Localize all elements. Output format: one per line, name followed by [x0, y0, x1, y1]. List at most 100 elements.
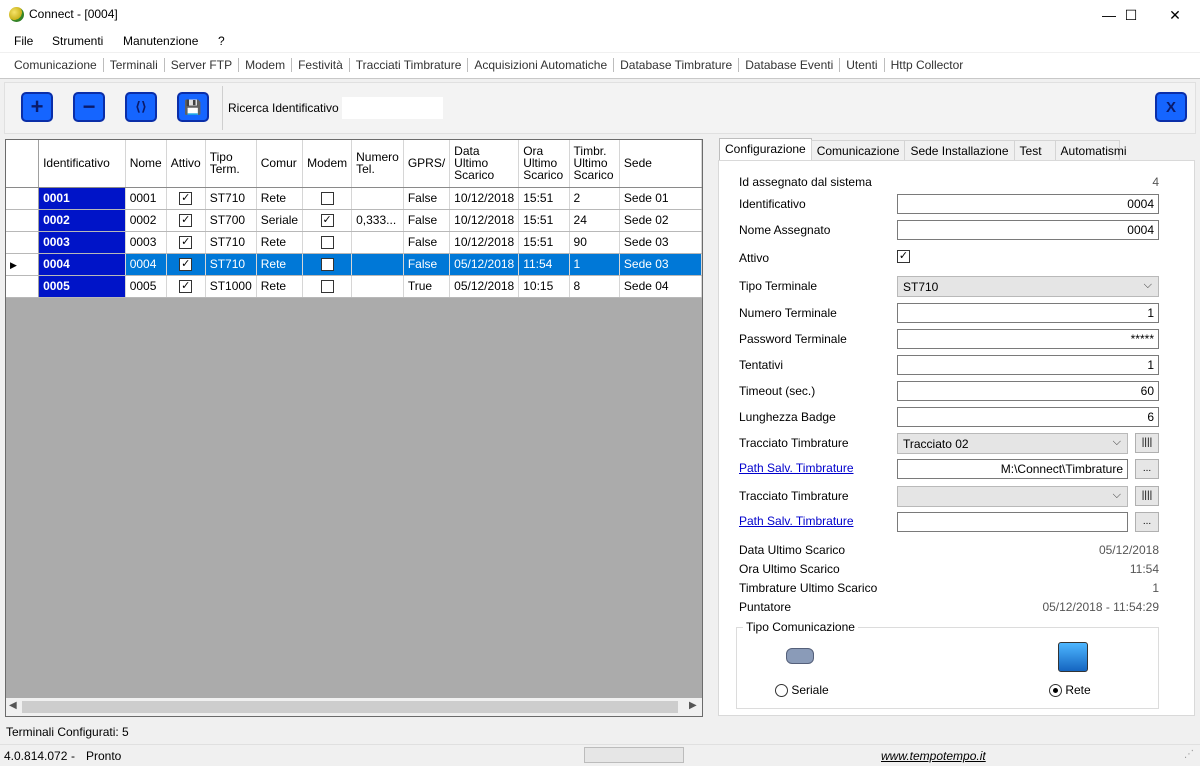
- add-button[interactable]: +: [21, 92, 53, 122]
- row-header[interactable]: [6, 187, 40, 210]
- cell-tipo[interactable]: ST710: [205, 253, 257, 276]
- cell-identificativo[interactable]: 0002: [38, 209, 126, 232]
- tracciato-2-settings-button[interactable]: ||||: [1135, 486, 1159, 506]
- cell-comun[interactable]: Rete: [256, 187, 304, 210]
- cell-data[interactable]: 10/12/2018: [449, 209, 520, 232]
- cell-sede[interactable]: Sede 03: [619, 253, 703, 276]
- cell-nome[interactable]: 0005: [125, 275, 167, 298]
- cell-gprs[interactable]: False: [403, 253, 451, 276]
- cell-gprs[interactable]: True: [403, 275, 451, 298]
- tracciato-settings-button[interactable]: ||||: [1135, 433, 1159, 453]
- scroll-right-icon[interactable]: ▶: [689, 700, 697, 711]
- col-tipo-term[interactable]: Tipo Term.: [205, 140, 257, 188]
- nav-terminali[interactable]: Terminali: [104, 58, 165, 72]
- path-salv-timbrature-field[interactable]: M:\Connect\Timbrature: [897, 459, 1128, 479]
- website-link[interactable]: www.tempotempo.it: [881, 749, 986, 763]
- nav-acquisizioni-automatiche[interactable]: Acquisizioni Automatiche: [468, 58, 615, 72]
- cell-timbr[interactable]: 90: [569, 231, 620, 254]
- cell-comun[interactable]: Seriale: [256, 209, 304, 232]
- col-identificativo[interactable]: Identificativo: [38, 140, 126, 188]
- col-nome[interactable]: Nome: [125, 140, 167, 188]
- cell-tel[interactable]: [351, 275, 404, 298]
- attivo-checkbox[interactable]: ✓: [897, 250, 910, 263]
- tab-comunicazione[interactable]: Comunicazione: [810, 140, 906, 160]
- nav-server-ftp[interactable]: Server FTP: [165, 58, 240, 72]
- scrollbar-thumb[interactable]: [22, 701, 678, 713]
- cell-identificativo[interactable]: 0003: [38, 231, 126, 254]
- cell-attivo[interactable]: ✓: [166, 209, 206, 232]
- cell-timbr[interactable]: 24: [569, 209, 620, 232]
- cell-modem[interactable]: ✓: [302, 209, 353, 232]
- cell-sede[interactable]: Sede 02: [619, 209, 703, 232]
- cell-timbr[interactable]: 1: [569, 253, 620, 276]
- cell-modem[interactable]: [302, 231, 353, 254]
- table-row[interactable]: ▶ 0004 0004 ✓ ST710 Rete False 05/12/2018 11:54 1…: [6, 253, 703, 276]
- modem-checkbox[interactable]: [320, 192, 334, 206]
- cell-identificativo[interactable]: 0001: [38, 187, 126, 210]
- row-header[interactable]: [6, 231, 40, 254]
- col-comun[interactable]: Comur: [256, 140, 304, 188]
- cell-attivo[interactable]: ✓: [166, 253, 206, 276]
- path-salv-timbrature-link[interactable]: Path Salv. Timbrature: [739, 461, 854, 475]
- table-row[interactable]: 0005 0005 ✓ ST1000 Rete True 05/12/2018 10:15 8 S…: [6, 275, 703, 298]
- table-row[interactable]: 0003 0003 ✓ ST710 Rete False 10/12/2018 15:51 90…: [6, 231, 703, 254]
- numero-terminale-field[interactable]: 1: [897, 303, 1159, 323]
- nav-tracciati-timbrature[interactable]: Tracciati Timbrature: [350, 58, 469, 72]
- cell-attivo[interactable]: ✓: [166, 231, 206, 254]
- cell-tipo[interactable]: ST710: [205, 231, 257, 254]
- col-sede[interactable]: Sede: [619, 140, 703, 188]
- cell-comun[interactable]: Rete: [256, 253, 304, 276]
- browse-path-button[interactable]: ...: [1135, 459, 1159, 479]
- search-input[interactable]: [342, 97, 443, 119]
- cell-attivo[interactable]: ✓: [166, 187, 206, 210]
- tab-automatismi[interactable]: Automatismi: [1054, 140, 1127, 160]
- row-header[interactable]: ▶: [6, 253, 40, 276]
- col-numero-tel[interactable]: Numero Tel.: [351, 140, 404, 188]
- cell-data[interactable]: 05/12/2018: [449, 275, 520, 298]
- tab-sede-installazione[interactable]: Sede Installazione: [904, 140, 1015, 160]
- col-ora-ultimo-scarico[interactable]: Ora Ultimo Scarico: [518, 140, 570, 188]
- lunghezza-badge-field[interactable]: 6: [897, 407, 1159, 427]
- col-gprs[interactable]: GPRS/: [403, 140, 451, 188]
- tab-configurazione[interactable]: Configurazione: [719, 138, 812, 160]
- nav-database-eventi[interactable]: Database Eventi: [739, 58, 841, 72]
- row-header[interactable]: [6, 209, 40, 232]
- connect-button[interactable]: ⟨⟩: [125, 92, 157, 122]
- cell-data[interactable]: 10/12/2018: [449, 187, 520, 210]
- cell-comun[interactable]: Rete: [256, 231, 304, 254]
- cell-nome[interactable]: 0004: [125, 253, 167, 276]
- table-row[interactable]: 0001 0001 ✓ ST710 Rete False 10/12/2018 15:51 2 S…: [6, 187, 703, 210]
- tracciato-timbrature-2-select[interactable]: ⌵: [897, 486, 1128, 507]
- nav-comunicazione[interactable]: Comunicazione: [8, 58, 104, 72]
- col-modem[interactable]: Modem: [302, 140, 353, 188]
- tab-test[interactable]: Test: [1013, 140, 1056, 160]
- cell-modem[interactable]: [302, 187, 353, 210]
- nav-utenti[interactable]: Utenti: [840, 58, 885, 72]
- path-salv-timbrature-2-link[interactable]: Path Salv. Timbrature: [739, 514, 854, 528]
- col-timbr-ultimo-scarico[interactable]: Timbr. Ultimo Scarico: [569, 140, 620, 188]
- nome-field[interactable]: 0004: [897, 220, 1159, 240]
- cell-data[interactable]: 05/12/2018: [449, 253, 520, 276]
- timeout-field[interactable]: 60: [897, 381, 1159, 401]
- cell-timbr[interactable]: 8: [569, 275, 620, 298]
- cell-nome[interactable]: 0002: [125, 209, 167, 232]
- seriale-radio[interactable]: [775, 684, 788, 698]
- modem-checkbox[interactable]: ✓: [320, 214, 334, 228]
- cell-identificativo[interactable]: 0005: [38, 275, 126, 298]
- remove-button[interactable]: −: [73, 92, 105, 122]
- cell-gprs[interactable]: False: [403, 187, 451, 210]
- save-button[interactable]: 💾: [177, 92, 209, 122]
- cell-sede[interactable]: Sede 04: [619, 275, 703, 298]
- menu-file[interactable]: File: [14, 34, 33, 48]
- maximize-button[interactable]: ☐: [1108, 0, 1154, 30]
- scroll-left-icon[interactable]: ◀: [9, 700, 17, 711]
- cell-modem[interactable]: [302, 253, 353, 276]
- cell-gprs[interactable]: False: [403, 231, 451, 254]
- browse-path-2-button[interactable]: ...: [1135, 512, 1159, 532]
- password-terminale-field[interactable]: *****: [897, 329, 1159, 349]
- cell-ora[interactable]: 10:15: [518, 275, 570, 298]
- resize-grip-icon[interactable]: ⋰: [1184, 749, 1194, 760]
- modem-checkbox[interactable]: [320, 258, 334, 272]
- table-row[interactable]: 0002 0002 ✓ ST700 Seriale ✓ 0,333... False 10/12…: [6, 209, 703, 232]
- cell-gprs[interactable]: False: [403, 209, 451, 232]
